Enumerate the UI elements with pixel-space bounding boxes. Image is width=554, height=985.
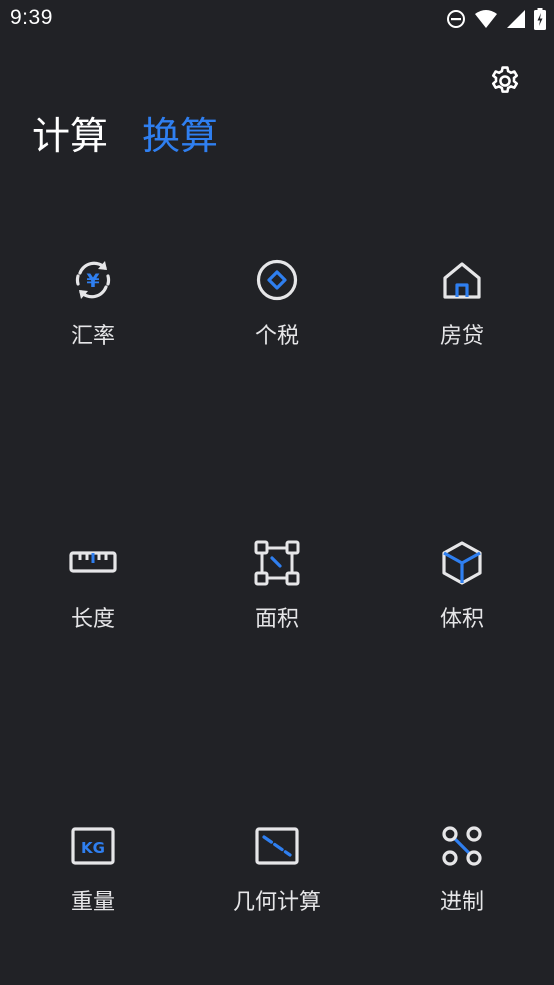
converter-income-tax[interactable]: 个税 [197,256,357,366]
converter-label: 房贷 [439,324,484,349]
house-icon [443,262,481,299]
weight-kg-icon: KG [71,827,115,865]
converter-label: 体积 [439,607,484,632]
cube-icon [442,541,482,585]
converter-mortgage[interactable]: 房贷 [382,256,542,366]
ruler-icon [69,551,117,573]
converter-length[interactable]: 长度 [13,539,173,649]
converter-grid: ¥ 汇率 个税 房贷 长度 面积 体积 KG 重量 几何计算 进制 [0,0,554,985]
converter-label: 重量 [70,890,115,915]
converter-label: 汇率 [70,324,115,349]
currency-exchange-icon: ¥ [75,261,111,299]
converter-label: 进制 [439,890,484,915]
converter-label: 个税 [254,324,299,349]
converter-weight[interactable]: KG 重量 [13,822,173,932]
number-base-icon [442,826,482,866]
converter-label: 几何计算 [232,890,321,915]
currency-symbol: ¥ [86,270,99,292]
area-icon [254,540,300,586]
converter-label: 面积 [254,607,299,632]
tax-icon [256,259,298,301]
converter-volume[interactable]: 体积 [382,539,542,649]
geometry-icon [255,827,299,865]
converter-geometry[interactable]: 几何计算 [197,822,357,932]
converter-area[interactable]: 面积 [197,539,357,649]
converter-exchange-rate[interactable]: ¥ 汇率 [13,256,173,366]
converter-label: 长度 [70,607,115,632]
converter-number-base[interactable]: 进制 [382,822,542,932]
weight-unit: KG [81,839,105,857]
